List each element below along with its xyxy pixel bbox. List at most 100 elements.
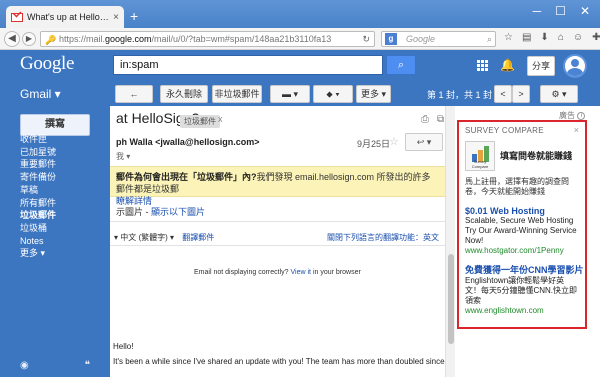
left-nav: 撰寫 收件匣 已加星號 重要郵件 寄件備份 草稿 所有郵件 垃圾郵件 垃圾桶 N…: [0, 106, 110, 377]
nav-item-starred[interactable]: 已加星號: [20, 146, 56, 159]
message-date: 9月25日: [357, 139, 391, 149]
search-icon[interactable]: ⌕: [487, 32, 492, 46]
delete-forever-button[interactable]: 永久刪除: [160, 85, 208, 103]
nav-item-sent[interactable]: 寄件備份: [20, 171, 56, 184]
url-bar[interactable]: 🔑 https://mail.google.com/mail/u/0/?tab=…: [40, 31, 375, 47]
language-select[interactable]: ▾ 中文 (繁體字) ▾: [114, 233, 174, 242]
images-text: 示圖片 -: [116, 207, 151, 217]
show-images-link[interactable]: 顯示以下圖片: [151, 207, 205, 217]
label-list: 收件匣 已加星號 重要郵件 寄件備份 草稿 所有郵件 垃圾郵件 垃圾桶 Note…: [20, 133, 56, 260]
browser-view-notice: Email not displaying correctly? View it …: [194, 269, 361, 276]
reply-button[interactable]: ↩ ▾: [405, 133, 443, 151]
nav-item-inbox[interactable]: 收件匣: [20, 133, 56, 146]
mail-search-input[interactable]: in:spam: [113, 55, 383, 75]
print-icon[interactable]: ⎙: [421, 114, 429, 125]
survey-ad[interactable]: Survey Compare 填寫問卷就能賺錢: [465, 141, 579, 171]
left-bottom-icons: ◉ ❝: [20, 360, 90, 371]
browser-toolbar-icons: ☆ ▤ ⬇ ⌂ ☺ ✚ ≡: [504, 32, 600, 43]
browser-tab[interactable]: What's up at HelloSign? - ×: [6, 6, 124, 28]
sender[interactable]: ph Walla <jwalla@hellosign.com>: [116, 137, 259, 147]
search-placeholder: Google: [406, 34, 436, 44]
survey-ad-description: 馬上註冊，選擇有趣的調查問卷，今天就能開始賺錢: [465, 177, 569, 196]
ad-brand[interactable]: SURVEY COMPARE: [465, 126, 579, 135]
close-window-icon[interactable]: ✕: [580, 4, 590, 18]
notifications-bell-icon[interactable]: 🔔: [500, 58, 515, 72]
addon-icon[interactable]: ✚: [592, 32, 600, 43]
url-host: google.com: [105, 34, 152, 44]
nav-item-drafts[interactable]: 草稿: [20, 184, 56, 197]
info-icon[interactable]: i: [577, 111, 586, 120]
nav-item-more[interactable]: 更多 ▾: [20, 247, 56, 260]
reload-icon[interactable]: ↻: [362, 32, 370, 46]
next-page-button[interactable]: >: [512, 85, 530, 103]
message-body: Email not displaying correctly? View it …: [110, 247, 445, 377]
greeting: Hello!: [113, 342, 134, 351]
scrollbar-thumb[interactable]: [448, 254, 454, 344]
nav-item-notes[interactable]: Notes: [20, 235, 56, 248]
ad-hosting-text: Scalable, Secure Web Hosting Try Our Awa…: [465, 216, 577, 245]
mail-search-button[interactable]: ⌕: [386, 55, 416, 75]
browser-search-input[interactable]: g Google ⌕: [381, 31, 496, 47]
nav-item-trash[interactable]: 垃圾桶: [20, 222, 56, 235]
browser-tab-bar: What's up at HelloSign? - × + ─ ☐ ✕: [0, 0, 600, 28]
download-icon[interactable]: ⬇: [540, 32, 548, 43]
window-controls: ─ ☐ ✕: [533, 4, 590, 18]
share-button[interactable]: 分享: [527, 56, 555, 76]
nav-item-important[interactable]: 重要郵件: [20, 158, 56, 171]
star-icon[interactable]: ☆: [389, 135, 399, 148]
pager-count: 第 1 封，共 1 封: [427, 90, 493, 100]
move-to-folder-button[interactable]: ▬ ▾: [270, 85, 310, 103]
ads-sidebar: 廣告 i SURVEY COMPARE × Survey Compare 填寫問…: [455, 106, 600, 377]
new-window-icon[interactable]: ⧉: [437, 114, 444, 125]
message-scrollbar[interactable]: [445, 106, 455, 377]
apps-grid-icon[interactable]: [477, 60, 488, 71]
message-view: at HelloSign? 垃圾郵件 x ⎙ ⧉ ph Walla <jwall…: [110, 106, 455, 377]
back-icon[interactable]: ◀: [4, 31, 20, 47]
spam-label-badge[interactable]: 垃圾郵件: [180, 115, 220, 128]
warning-title: 郵件為何會出現在「垃圾郵件」內?: [116, 172, 257, 182]
lock-icon: 🔑: [45, 35, 57, 45]
back-to-list-button[interactable]: ←: [115, 85, 153, 103]
contacts-icon[interactable]: ◉: [20, 360, 29, 371]
star-bookmark-icon[interactable]: ☆: [504, 32, 513, 43]
home-icon[interactable]: ⌂: [558, 32, 564, 43]
gmail-dropdown[interactable]: Gmail ▾: [20, 87, 61, 101]
remove-label-icon[interactable]: x: [218, 114, 223, 124]
tab-close-icon[interactable]: ×: [113, 12, 119, 23]
chat-icon[interactable]: ☺: [573, 32, 583, 43]
survey-ad-title[interactable]: 填寫問卷就能賺錢: [500, 149, 572, 162]
recipient-details[interactable]: 我 ▾: [116, 151, 130, 162]
hangouts-icon[interactable]: ❝: [85, 360, 90, 371]
ad-english-url[interactable]: www.englishtown.com: [465, 306, 579, 315]
google-engine-icon[interactable]: g: [385, 33, 397, 45]
labels-button[interactable]: ⬥ ▾: [313, 85, 353, 103]
body-paragraph: It's been a while since I've shared an u…: [113, 357, 445, 366]
ad-hosting-headline[interactable]: $0.01 Web Hosting: [465, 206, 579, 216]
google-logo[interactable]: Google: [20, 53, 74, 75]
gmail-favicon-icon: [11, 12, 23, 22]
translate-bar: ▾ 中文 (繁體字) ▾ 翻譯郵件 關閉下列語言的翻譯功能：英文: [114, 232, 449, 243]
browser-navbar: ◀ ▶ 🔑 https://mail.google.com/mail/u/0/?…: [0, 28, 600, 50]
folder-icon: ▬: [281, 89, 291, 99]
turn-off-translate-link[interactable]: 關閉下列語言的翻譯功能：英文: [327, 232, 439, 243]
clipboard-icon[interactable]: ▤: [522, 32, 531, 43]
ad-hosting-url[interactable]: www.hostgator.com/1Penny: [465, 246, 579, 255]
translate-message-link[interactable]: 翻譯郵件: [182, 233, 214, 242]
divider: [110, 245, 445, 246]
images-notice: 示圖片 - 顯示以下圖片: [116, 205, 205, 218]
minimize-icon[interactable]: ─: [533, 4, 542, 18]
gmail-header: Google in:spam ⌕ 🔔 分享: [0, 50, 600, 84]
ad-english-headline[interactable]: 免費獲得一年份CNN學習影片: [465, 263, 584, 276]
maximize-icon[interactable]: ☐: [555, 4, 566, 18]
new-tab-button[interactable]: +: [130, 9, 138, 23]
nav-item-all-mail[interactable]: 所有郵件: [20, 197, 56, 210]
prev-page-button[interactable]: <: [494, 85, 512, 103]
more-button[interactable]: 更多 ▾: [356, 85, 391, 103]
view-in-browser-link[interactable]: View it: [291, 269, 312, 276]
not-spam-button[interactable]: 非垃圾郵件: [212, 85, 262, 103]
settings-button[interactable]: ⚙ ▾: [540, 85, 578, 103]
forward-icon[interactable]: ▶: [22, 32, 36, 46]
nav-item-spam[interactable]: 垃圾郵件: [20, 209, 56, 222]
avatar[interactable]: [563, 54, 587, 78]
ad-close-icon[interactable]: ×: [574, 125, 579, 135]
